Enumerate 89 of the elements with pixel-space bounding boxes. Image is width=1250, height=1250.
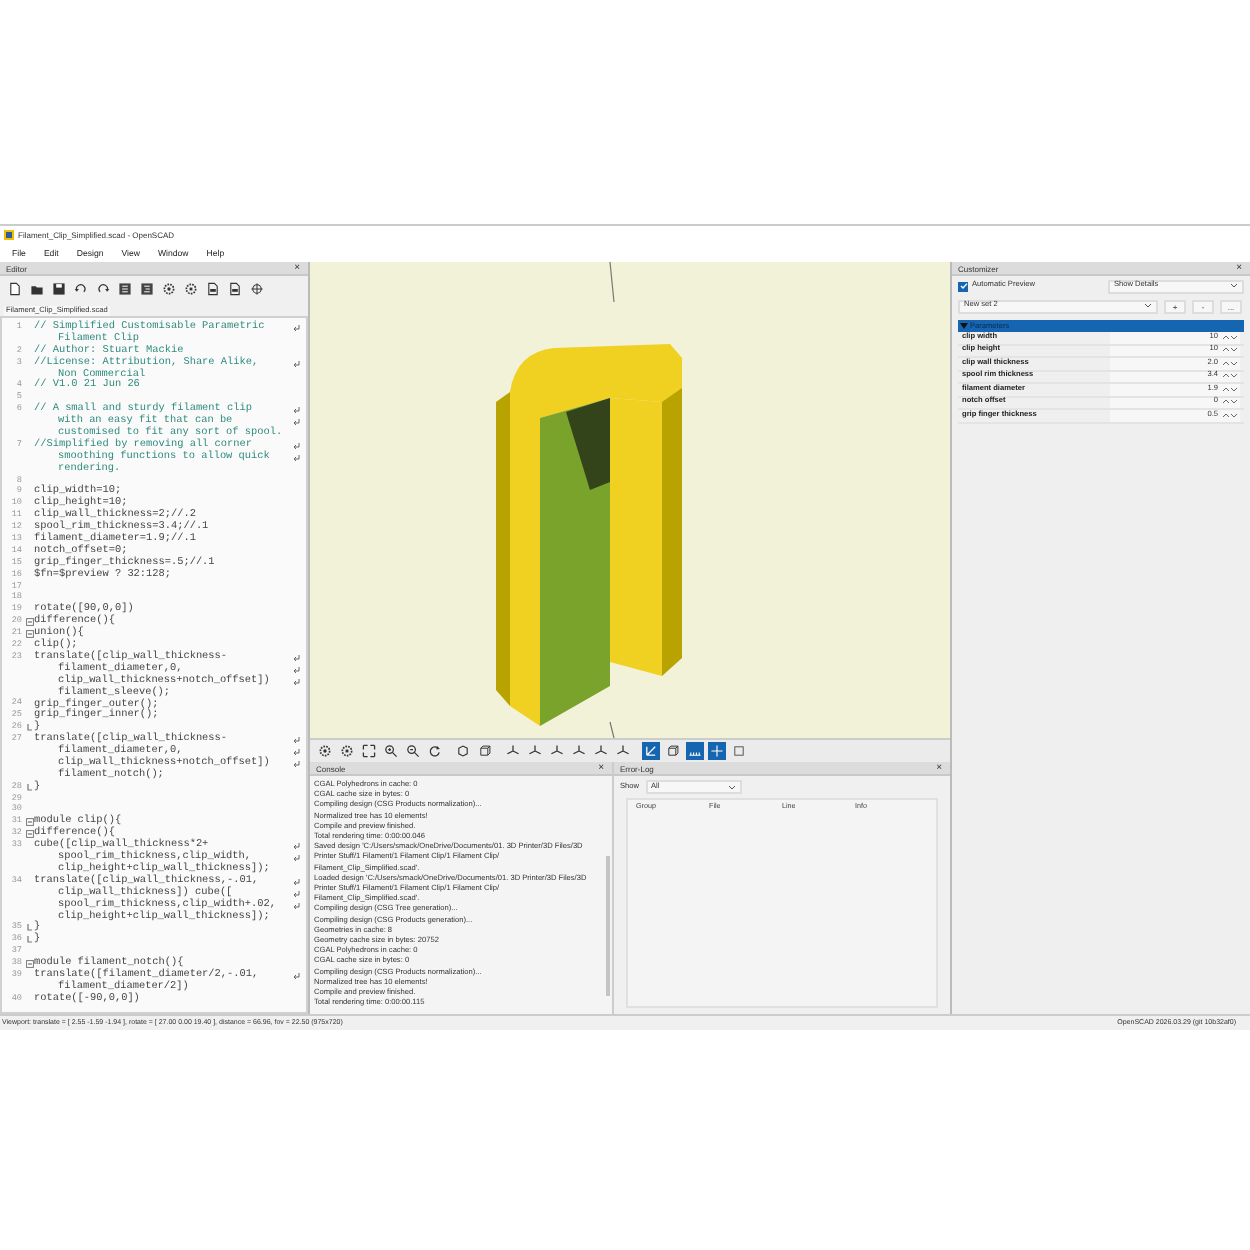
axes-icon xyxy=(572,744,586,758)
gear-icon xyxy=(340,744,354,758)
view-toolbar-button[interactable] xyxy=(548,742,566,760)
view-toolbar-button[interactable] xyxy=(476,742,494,760)
circular-arrow-icon xyxy=(428,744,442,758)
view-toolbar-button[interactable] xyxy=(404,742,422,760)
line-wrap-icon xyxy=(292,323,300,332)
line-wrap-icon xyxy=(292,406,300,415)
checkbox[interactable] xyxy=(958,281,968,291)
view-toolbar-button[interactable] xyxy=(382,742,400,760)
axes-icon xyxy=(528,744,542,758)
app-logo-icon xyxy=(4,230,14,240)
indent-icon xyxy=(117,282,131,296)
expand-triangle-icon xyxy=(960,322,968,330)
toolbar-button[interactable] xyxy=(94,281,110,297)
toolbar-button[interactable] xyxy=(138,281,154,297)
page-icon xyxy=(7,282,21,296)
axes-icon xyxy=(550,744,564,758)
scrollbar-thumb[interactable] xyxy=(606,856,610,996)
cube-icon xyxy=(478,744,492,758)
undo-icon xyxy=(73,282,87,296)
spin-arrows-icon xyxy=(1222,398,1238,407)
view-toolbar-button[interactable] xyxy=(454,742,472,760)
line-wrap-icon xyxy=(292,736,300,745)
view-toolbar-button[interactable] xyxy=(664,742,682,760)
cube-icon xyxy=(456,744,470,758)
view-toolbar-button[interactable] xyxy=(614,742,632,760)
axes-icon xyxy=(506,744,520,758)
folder-icon xyxy=(29,282,43,296)
toolbar-button[interactable] xyxy=(182,281,198,297)
view-toolbar-button[interactable] xyxy=(360,742,378,760)
line-wrap-icon xyxy=(292,748,300,756)
line-wrap-icon xyxy=(292,901,300,910)
view-toolbar-button[interactable] xyxy=(316,742,334,760)
line-wrap-icon xyxy=(292,971,300,980)
line-wrap-icon xyxy=(292,889,300,898)
spin-arrows-icon xyxy=(1222,385,1238,394)
toolbar-button[interactable] xyxy=(248,281,264,297)
toolbar-button[interactable] xyxy=(226,281,242,297)
toolbar-button[interactable] xyxy=(116,281,132,297)
line-wrap-icon xyxy=(292,677,300,686)
floppy-icon xyxy=(51,282,65,296)
cube-icon xyxy=(666,744,680,758)
checkmark-icon xyxy=(959,282,967,290)
document-icon xyxy=(227,282,241,296)
toolbar-button[interactable] xyxy=(28,281,44,297)
line-wrap-icon xyxy=(292,653,300,662)
axes-icon xyxy=(616,744,630,758)
magnifier-icon xyxy=(384,744,398,758)
toolbar-button[interactable] xyxy=(6,281,22,297)
axes-icon xyxy=(594,744,608,758)
view-toolbar-button[interactable] xyxy=(642,742,660,760)
line-wrap-icon xyxy=(292,418,300,427)
view-toolbar-button[interactable] xyxy=(504,742,522,760)
gear-icon xyxy=(318,744,332,758)
square-icon xyxy=(732,744,746,758)
view-toolbar-button[interactable] xyxy=(570,742,588,760)
line-wrap-icon xyxy=(292,842,300,851)
magnifier-icon xyxy=(406,744,420,758)
line-wrap-icon xyxy=(292,441,300,450)
view-toolbar-button[interactable] xyxy=(426,742,444,760)
view-toolbar-button[interactable] xyxy=(592,742,610,760)
indent-icon xyxy=(139,282,153,296)
axes-icon xyxy=(644,744,658,758)
code-editor[interactable] xyxy=(0,316,308,1014)
line-wrap-icon xyxy=(292,453,300,462)
spin-arrows-icon xyxy=(1222,359,1238,368)
gear-icon xyxy=(161,282,175,296)
line-wrap-icon xyxy=(292,759,300,768)
line-wrap-icon xyxy=(292,665,300,674)
frame-icon xyxy=(362,744,376,758)
line-wrap-icon xyxy=(292,877,300,886)
toolbar-button[interactable] xyxy=(50,281,66,297)
crosshair-icon xyxy=(249,282,263,296)
toolbar-button[interactable] xyxy=(204,281,220,297)
view-toolbar-button[interactable] xyxy=(526,742,544,760)
spin-arrows-icon xyxy=(1222,346,1238,355)
view-toolbar-button[interactable] xyxy=(338,742,356,760)
document-icon xyxy=(205,282,219,296)
spin-arrows-icon xyxy=(1222,372,1238,381)
line-wrap-icon xyxy=(292,854,300,863)
crosshair-icon xyxy=(710,744,724,758)
spin-arrows-icon xyxy=(1222,333,1238,342)
line-wrap-icon xyxy=(292,359,300,368)
redo-icon xyxy=(95,282,109,296)
toolbar-button[interactable] xyxy=(72,281,88,297)
spin-arrows-icon xyxy=(1222,411,1238,420)
gear-icon xyxy=(183,282,197,296)
toolbar-button[interactable] xyxy=(160,281,176,297)
